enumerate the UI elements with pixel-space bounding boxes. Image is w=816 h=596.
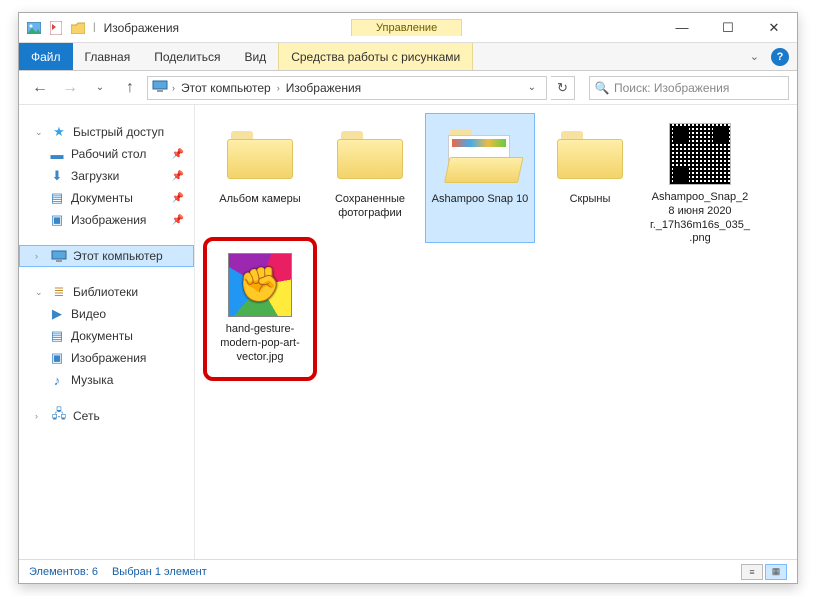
- status-count: Элементов: 6: [29, 566, 98, 578]
- document-icon: ▤: [49, 328, 65, 344]
- ribbon-tabs: Файл Главная Поделиться Вид Средства раб…: [19, 43, 797, 71]
- context-tab-label: Управление: [351, 19, 462, 36]
- status-bar: Элементов: 6 Выбран 1 элемент ≡ ▦: [19, 559, 797, 583]
- address-bar[interactable]: › Этот компьютер › Изображения ⌄: [147, 76, 547, 100]
- desktop-icon: ▬: [49, 146, 65, 162]
- file-item[interactable]: Альбом камеры: [205, 113, 315, 243]
- maximize-button[interactable]: ☐: [705, 13, 751, 43]
- tree-network[interactable]: ›🖧Сеть: [19, 405, 194, 427]
- tree-lib-pictures[interactable]: ▣Изображения: [19, 347, 194, 369]
- tree-downloads[interactable]: ⬇Загрузки📌: [19, 165, 194, 187]
- picture-icon: ▣: [49, 212, 65, 228]
- file-item[interactable]: Сохраненные фотографии: [315, 113, 425, 243]
- titlebar: | Изображения Управление — ☐ ✕: [19, 13, 797, 43]
- folder-preview-icon: [441, 123, 519, 187]
- tree-documents[interactable]: ▤Документы📌: [19, 187, 194, 209]
- recent-locations-button[interactable]: ⌄: [87, 75, 113, 101]
- explorer-window: | Изображения Управление — ☐ ✕ Файл Глав…: [18, 12, 798, 584]
- file-label: Ashampoo_Snap_28 июня 2020 г._17h36m16s_…: [649, 191, 751, 246]
- tree-desktop[interactable]: ▬Рабочий стол📌: [19, 143, 194, 165]
- network-icon: 🖧: [51, 408, 67, 424]
- tree-this-pc[interactable]: ›Этот компьютер: [19, 245, 194, 267]
- chevron-right-icon[interactable]: ›: [277, 83, 280, 93]
- close-button[interactable]: ✕: [751, 13, 797, 43]
- minimize-button[interactable]: —: [659, 13, 705, 43]
- tree-music[interactable]: ♪Музыка: [19, 369, 194, 391]
- back-button[interactable]: ←: [27, 75, 53, 101]
- help-icon[interactable]: ?: [771, 48, 789, 66]
- tab-view[interactable]: Вид: [232, 43, 278, 70]
- pictures-icon[interactable]: [25, 19, 43, 37]
- tab-share[interactable]: Поделиться: [142, 43, 232, 70]
- breadcrumb-folder[interactable]: Изображения: [284, 81, 363, 95]
- contextual-tab-group: Управление: [351, 19, 462, 36]
- tab-file[interactable]: Файл: [19, 43, 73, 70]
- tree-libraries[interactable]: ⌄≣Библиотеки: [19, 281, 194, 303]
- download-icon: ⬇: [49, 168, 65, 184]
- file-pane[interactable]: Альбом камеры Сохраненные фотографии Asham…: [195, 105, 797, 559]
- video-icon: ▶: [49, 306, 65, 322]
- pin-icon: 📌: [172, 149, 184, 160]
- forward-button[interactable]: →: [57, 75, 83, 101]
- folder-icon: [331, 123, 409, 187]
- star-icon: ★: [51, 124, 67, 140]
- pc-icon: [51, 248, 67, 264]
- file-item[interactable]: Ashampoo_Snap_28 июня 2020 г._17h36m16s_…: [645, 113, 755, 243]
- music-icon: ♪: [49, 372, 65, 388]
- folder-icon: [551, 123, 629, 187]
- properties-icon[interactable]: [47, 19, 65, 37]
- tree-pictures[interactable]: ▣Изображения📌: [19, 209, 194, 231]
- tree-video[interactable]: ▶Видео: [19, 303, 194, 325]
- file-label: Альбом камеры: [219, 193, 300, 207]
- view-large-button[interactable]: ▦: [765, 564, 787, 580]
- nav-toolbar: ← → ⌄ ↑ › Этот компьютер › Изображения ⌄…: [19, 71, 797, 105]
- folder-qat-icon[interactable]: [69, 19, 87, 37]
- chevron-right-icon[interactable]: ›: [172, 83, 175, 93]
- image-thumbnail: [221, 253, 299, 317]
- file-label: Скрыны: [570, 193, 611, 207]
- document-icon: ▤: [49, 190, 65, 206]
- search-box[interactable]: 🔍 Поиск: Изображения: [589, 76, 789, 100]
- file-label: hand-gesture-modern-pop-art-vector.jpg: [209, 323, 311, 364]
- search-icon: 🔍: [590, 81, 614, 95]
- quick-access-toolbar: |: [25, 19, 96, 37]
- search-placeholder: Поиск: Изображения: [614, 81, 729, 95]
- image-thumbnail: [661, 123, 739, 185]
- folder-icon: [221, 123, 299, 187]
- tree-quick-access[interactable]: ⌄★Быстрый доступ: [19, 121, 194, 143]
- file-label: Ashampoo Snap 10: [432, 193, 529, 207]
- tab-home[interactable]: Главная: [73, 43, 143, 70]
- up-button[interactable]: ↑: [117, 75, 143, 101]
- ribbon-collapse-icon[interactable]: ⌄: [742, 43, 767, 70]
- tab-picture-tools[interactable]: Средства работы с рисунками: [278, 43, 473, 70]
- pc-icon: [152, 79, 168, 97]
- library-icon: ≣: [51, 284, 67, 300]
- qat-divider: |: [93, 22, 96, 33]
- window-title: Изображения: [104, 21, 179, 35]
- nav-tree[interactable]: ⌄★Быстрый доступ ▬Рабочий стол📌 ⬇Загрузк…: [19, 105, 195, 559]
- picture-icon: ▣: [49, 350, 65, 366]
- file-item[interactable]: Скрыны: [535, 113, 645, 243]
- address-dropdown-icon[interactable]: ⌄: [522, 82, 542, 93]
- pin-icon: 📌: [172, 215, 184, 226]
- breadcrumb-root[interactable]: Этот компьютер: [179, 81, 273, 95]
- file-item[interactable]: hand-gesture-modern-pop-art-vector.jpg: [205, 243, 315, 373]
- tree-lib-documents[interactable]: ▤Документы: [19, 325, 194, 347]
- refresh-button[interactable]: ↻: [551, 76, 575, 100]
- pin-icon: 📌: [172, 171, 184, 182]
- pin-icon: 📌: [172, 193, 184, 204]
- file-label: Сохраненные фотографии: [319, 193, 421, 221]
- status-selection: Выбран 1 элемент: [112, 566, 207, 578]
- view-details-button[interactable]: ≡: [741, 564, 763, 580]
- file-item[interactable]: Ashampoo Snap 10: [425, 113, 535, 243]
